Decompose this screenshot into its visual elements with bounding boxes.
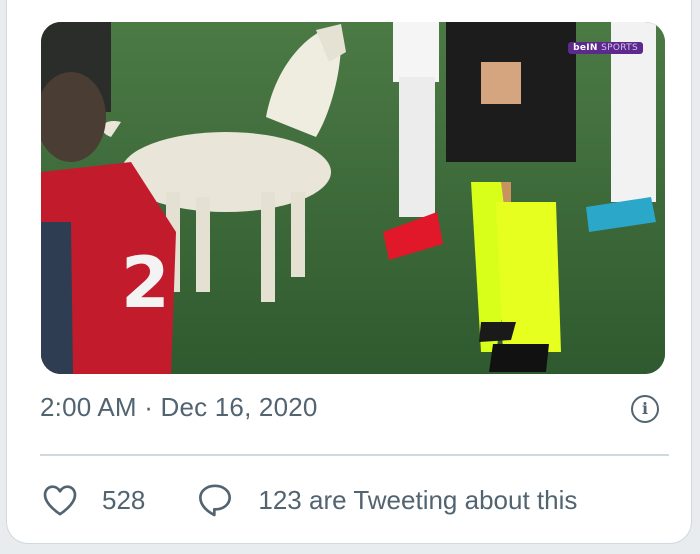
divider bbox=[40, 454, 669, 456]
tweet-actions: 528 123 are Tweeting about this bbox=[40, 476, 577, 524]
info-icon-glyph: i bbox=[641, 399, 649, 418]
speech-bubble-icon bbox=[199, 484, 232, 517]
heart-icon bbox=[43, 485, 77, 516]
tweet-video[interactable]: 2 beIN SPORTS bbox=[41, 22, 665, 374]
broadcaster-badge: beIN SPORTS bbox=[568, 42, 643, 54]
like-count: 528 bbox=[102, 484, 146, 515]
tweeting-about-label: 123 are Tweeting about this bbox=[258, 484, 578, 515]
info-icon[interactable]: i bbox=[631, 395, 659, 423]
tweet-timestamp[interactable]: 2:00 AM · Dec 16, 2020 bbox=[40, 392, 318, 423]
svg-text:2: 2 bbox=[121, 242, 170, 324]
video-frame: 2 bbox=[41, 22, 665, 374]
like-button[interactable]: 528 bbox=[40, 480, 145, 520]
tweeting-about-link[interactable]: 123 are Tweeting about this bbox=[195, 480, 577, 520]
tweet-card: 2 beIN SPORTS 2:00 AM · Dec 16, 2020 i 5… bbox=[6, 0, 692, 544]
